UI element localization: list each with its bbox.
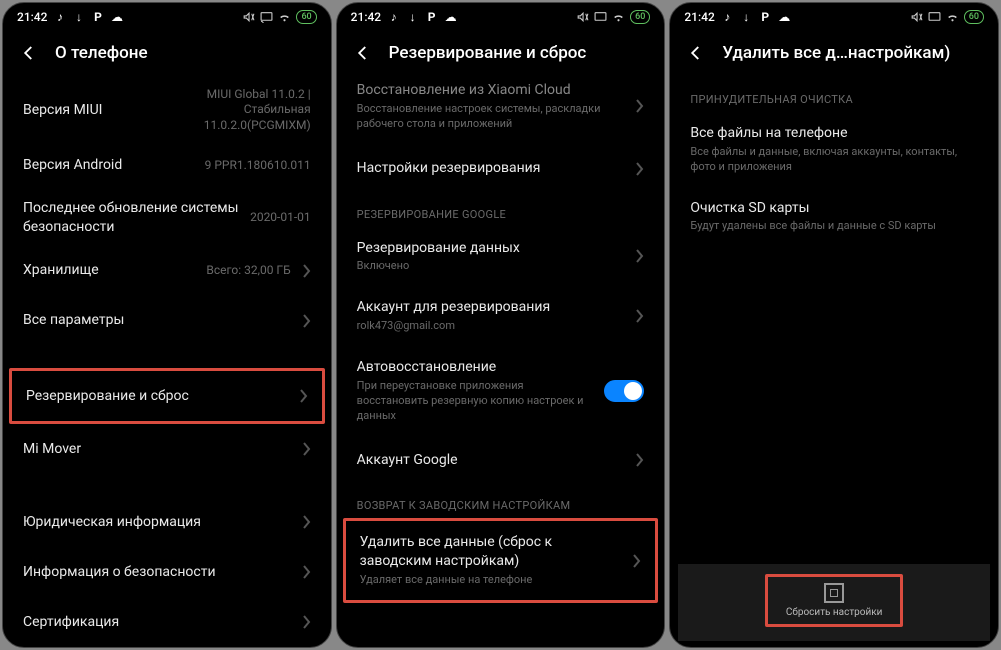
chevron-right-icon xyxy=(636,453,644,467)
status-time: 21:42 xyxy=(684,10,714,24)
chevron-right-icon xyxy=(636,99,644,113)
reset-settings-label[interactable]: Сбросить настройки xyxy=(786,607,883,618)
battery-indicator: 60 xyxy=(630,10,650,24)
download-icon: ↓ xyxy=(740,11,753,24)
row-certification[interactable]: Сертификация xyxy=(3,597,331,647)
row-auto-restore[interactable]: Автовосстановление При переустановке при… xyxy=(337,346,665,435)
row-storage[interactable]: Хранилище Всего: 32,00 ГБ xyxy=(3,246,331,296)
page-title: О телефоне xyxy=(55,43,315,63)
chevron-right-icon xyxy=(636,249,644,263)
app-bar: Резервирование и сброс xyxy=(337,31,665,79)
row-all-specs[interactable]: Все параметры xyxy=(3,296,331,346)
cloud-icon: ☁ xyxy=(444,11,457,24)
cloud-icon: ☁ xyxy=(778,11,791,24)
back-button[interactable] xyxy=(19,43,39,63)
highlight-box-erase: Удалить все данные (сброс к заводским на… xyxy=(343,518,659,603)
cast-icon xyxy=(928,11,941,24)
wifi-icon xyxy=(946,11,959,24)
chevron-right-icon xyxy=(303,264,311,278)
back-button[interactable] xyxy=(686,43,706,63)
row-security-info[interactable]: Информация о безопасности xyxy=(3,547,331,597)
tiktok-icon: ♪ xyxy=(53,11,66,24)
page-title: Удалить все д…настройкам) xyxy=(722,43,982,63)
mute-icon xyxy=(242,11,255,24)
p-icon: P xyxy=(759,11,772,24)
status-bar: 21:42 ♪ ↓ P ☁ 60 xyxy=(337,3,665,31)
chevron-right-icon xyxy=(303,565,311,579)
row-all-files[interactable]: Все файлы на телефоне Все файлы и данные… xyxy=(670,112,998,187)
tiktok-icon: ♪ xyxy=(721,11,734,24)
chevron-right-icon xyxy=(303,615,311,629)
row-sd-card[interactable]: Очистка SD карты Будут удалены все файлы… xyxy=(670,187,998,247)
status-time: 21:42 xyxy=(351,10,381,24)
wifi-icon xyxy=(612,11,625,24)
p-icon: P xyxy=(425,11,438,24)
highlight-box-reset: Сбросить настройки xyxy=(765,574,904,627)
page-title: Резервирование и сброс xyxy=(389,43,649,63)
section-google-backup: РЕЗЕРВИРОВАНИЕ GOOGLE xyxy=(337,194,665,227)
row-legal-info[interactable]: Юридическая информация xyxy=(3,497,331,547)
cast-icon xyxy=(260,11,273,24)
status-time: 21:42 xyxy=(17,10,47,24)
section-factory-reset: ВОЗВРАТ К ЗАВОДСКИМ НАСТРОЙКАМ xyxy=(337,485,665,518)
chevron-right-icon xyxy=(636,162,644,176)
cast-icon xyxy=(594,11,607,24)
row-miui-version[interactable]: Версия MIUI MIUI Global 11.0.2 | Стабиль… xyxy=(3,79,331,141)
chevron-right-icon xyxy=(636,309,644,323)
p-icon: P xyxy=(91,11,104,24)
row-backup-reset[interactable]: Резервирование и сброс xyxy=(12,371,322,421)
toggle-auto-restore[interactable] xyxy=(604,380,644,402)
chevron-right-icon xyxy=(303,515,311,529)
app-bar: О телефоне xyxy=(3,31,331,79)
phone-screen-3: 21:42 ♪ ↓ P ☁ 60 Удалить все д…настройка… xyxy=(669,2,999,648)
wifi-icon xyxy=(278,11,291,24)
mute-icon xyxy=(576,11,589,24)
row-google-account[interactable]: Аккаунт Google xyxy=(337,435,665,485)
download-icon: ↓ xyxy=(72,11,85,24)
section-force-cleanup: ПРИНУДИТЕЛЬНАЯ ОЧИСТКА xyxy=(670,79,998,112)
status-bar: 21:42 ♪ ↓ P ☁ 60 xyxy=(670,3,998,31)
row-mi-mover[interactable]: Mi Mover xyxy=(3,424,331,474)
row-erase-all-data[interactable]: Удалить все данные (сброс к заводским на… xyxy=(346,521,656,600)
cloud-icon: ☁ xyxy=(110,11,123,24)
row-xiaomi-cloud-restore[interactable]: Восстановление из Xiaomi Cloud Восстанов… xyxy=(337,79,665,144)
highlight-box-backup: Резервирование и сброс xyxy=(9,368,325,424)
download-icon: ↓ xyxy=(406,11,419,24)
row-android-version[interactable]: Версия Android 9 PPR1.180610.011 xyxy=(3,141,331,191)
bottom-action-bar: Сбросить настройки xyxy=(678,564,990,641)
app-bar: Удалить все д…настройкам) xyxy=(670,31,998,79)
battery-indicator: 60 xyxy=(964,10,984,24)
chevron-right-icon xyxy=(633,554,641,568)
row-backup-settings[interactable]: Настройки резервирования xyxy=(337,144,665,194)
mute-icon xyxy=(910,11,923,24)
chevron-right-icon xyxy=(303,314,311,328)
back-button[interactable] xyxy=(353,43,373,63)
phone-screen-2: 21:42 ♪ ↓ P ☁ 60 Резервирование и сброс xyxy=(336,2,666,648)
tiktok-icon: ♪ xyxy=(387,11,400,24)
battery-indicator: 60 xyxy=(296,10,316,24)
status-bar: 21:42 ♪ ↓ P ☁ 60 xyxy=(3,3,331,31)
row-backup-account[interactable]: Аккаунт для резервирования rolk473@gmail… xyxy=(337,286,665,346)
phone-screen-1: 21:42 ♪ ↓ P ☁ 60 О телефоне Версия MIUI xyxy=(2,2,332,648)
row-data-backup[interactable]: Резервирование данных Включено xyxy=(337,227,665,287)
chevron-right-icon xyxy=(300,389,308,403)
reset-settings-icon[interactable] xyxy=(824,583,844,603)
row-security-update[interactable]: Последнее обновление системы безопасност… xyxy=(3,191,331,246)
chevron-right-icon xyxy=(303,442,311,456)
